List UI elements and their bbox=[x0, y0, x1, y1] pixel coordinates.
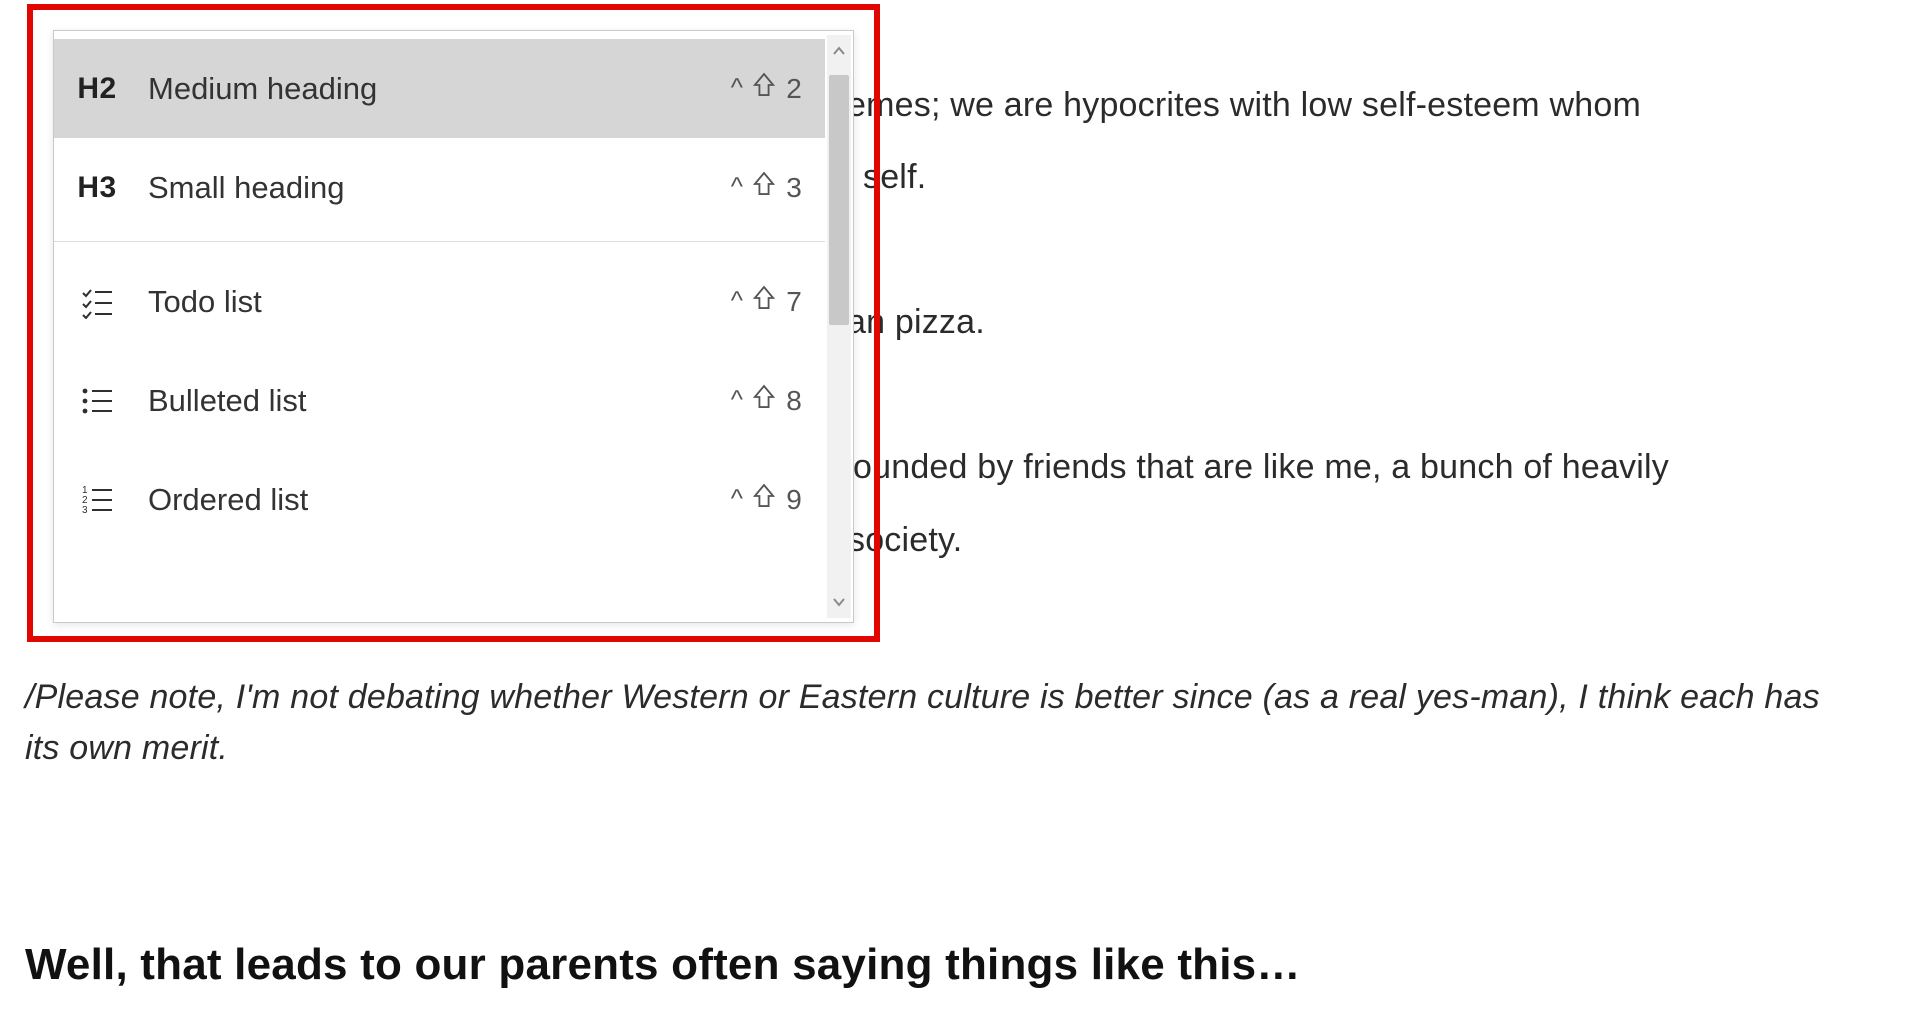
body-text-line-4: ounded by friends that are like me, a bu… bbox=[853, 442, 1669, 493]
annotation-highlight-box bbox=[27, 4, 880, 642]
editor-viewport: emes; we are hypocrites with low self-es… bbox=[0, 0, 1920, 1035]
body-text-line-1: emes; we are hypocrites with low self-es… bbox=[847, 80, 1641, 131]
section-heading: Well, that leads to our parents often sa… bbox=[25, 940, 1301, 990]
body-note-italic: /Please note, I'm not debating whether W… bbox=[25, 672, 1845, 774]
